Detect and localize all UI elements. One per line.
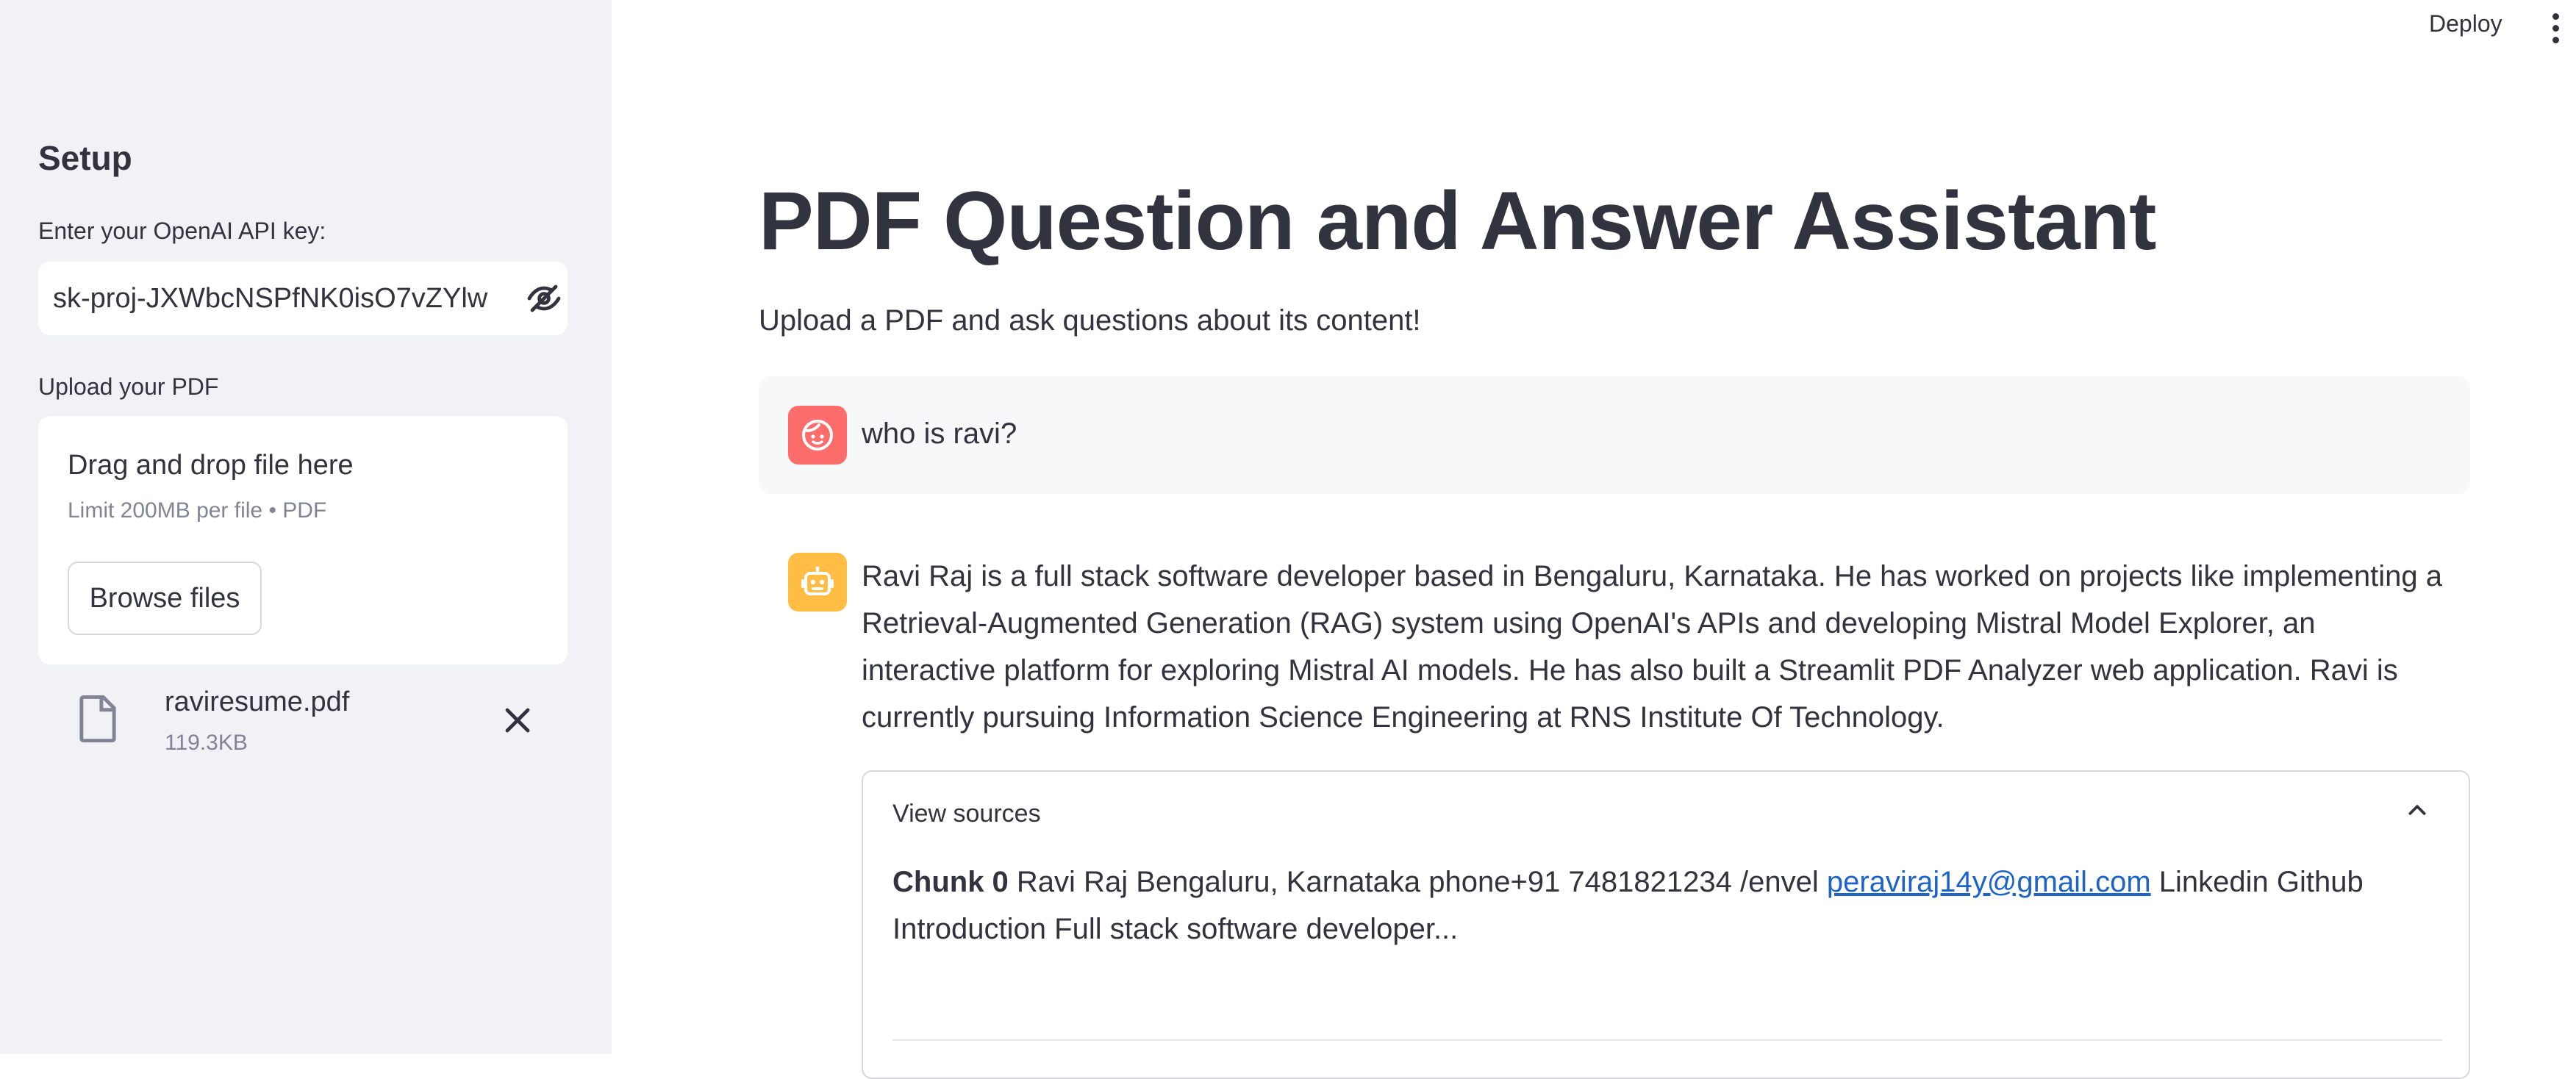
deploy-button[interactable]: Deploy (2429, 10, 2502, 37)
page-title: PDF Question and Answer Assistant (759, 175, 2156, 267)
user-message-text: who is ravi? (862, 417, 1017, 450)
eye-slash-icon[interactable] (523, 281, 565, 316)
dropzone-limit: Limit 200MB per file • PDF (68, 498, 327, 523)
api-key-label: Enter your OpenAI API key: (38, 218, 326, 244)
sources-expander-header[interactable]: View sources (892, 800, 1041, 828)
sidebar: Setup Enter your OpenAI API key: Upload … (0, 0, 612, 1054)
chunk-label: Chunk 0 (892, 866, 1009, 898)
file-name: raviresume.pdf (165, 687, 350, 717)
file-icon (79, 695, 116, 742)
sources-expander: View sources Chunk 0 Ravi Raj Bengaluru,… (862, 770, 2470, 1079)
api-key-field (38, 262, 568, 335)
assistant-avatar (788, 553, 847, 612)
sidebar-title: Setup (38, 139, 132, 177)
page-subtitle: Upload a PDF and ask questions about its… (759, 304, 1421, 337)
close-icon[interactable] (503, 706, 532, 735)
upload-label: Upload your PDF (38, 373, 219, 400)
file-dropzone[interactable]: Drag and drop file here Limit 200MB per … (38, 416, 568, 664)
user-face-icon (802, 420, 833, 451)
file-size: 119.3KB (165, 731, 248, 755)
chevron-up-icon[interactable] (2405, 798, 2429, 822)
expander-divider (892, 1039, 2442, 1041)
browse-files-button[interactable]: Browse files (68, 562, 262, 635)
user-avatar (788, 406, 847, 465)
email-link[interactable]: peraviraj14y@gmail.com (1827, 866, 2151, 898)
source-chunk: Chunk 0 Ravi Raj Bengaluru, Karnataka ph… (892, 858, 2444, 953)
assistant-message-text: Ravi Raj is a full stack software develo… (862, 560, 2442, 734)
chunk-text-before: Ravi Raj Bengaluru, Karnataka phone+91 7… (1016, 866, 1819, 898)
uploaded-file: raviresume.pdf 119.3KB (38, 676, 568, 764)
dropzone-title: Drag and drop file here (68, 450, 354, 481)
user-message: who is ravi? (759, 376, 2470, 494)
kebab-menu-icon[interactable] (2551, 13, 2560, 47)
api-key-input[interactable] (53, 262, 501, 335)
robot-icon (801, 566, 834, 595)
